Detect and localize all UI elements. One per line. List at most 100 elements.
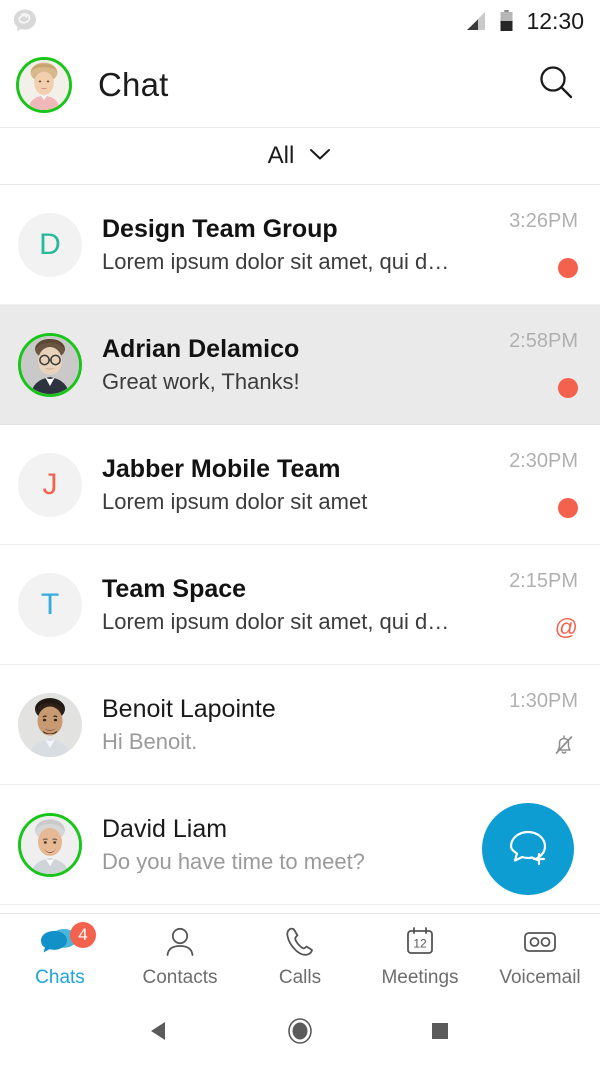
- mention-at-icon: @: [554, 614, 578, 640]
- search-button[interactable]: [534, 63, 578, 107]
- nav-icon-wrap: 4: [40, 921, 96, 962]
- nav-label-contacts: Contacts: [142, 966, 218, 988]
- system-back-button[interactable]: [136, 1010, 184, 1058]
- unread-dot-icon: [558, 497, 578, 518]
- chat-item-name: Jabber Mobile Team: [102, 456, 341, 483]
- home-circle-icon: [284, 1015, 316, 1052]
- avatar-initial-letter: T: [40, 587, 60, 621]
- nav-label-chats: Chats: [35, 966, 85, 988]
- chat-item-body: David Liam Do you have time to meet?: [102, 816, 540, 872]
- chat-list-item[interactable]: Adrian Delamico Great work, Thanks! 2:58…: [0, 305, 600, 425]
- system-recents-button[interactable]: [416, 1010, 464, 1058]
- nav-icon-wrap: [163, 926, 197, 963]
- chat-item-preview: Lorem ipsum dolor sit amet, qui d…: [102, 249, 450, 273]
- meetings-calendar-icon: 12: [402, 926, 438, 963]
- contacts-icon: [163, 926, 197, 963]
- chat-item-preview: Do you have time to meet?: [102, 849, 365, 873]
- chat-filter-label: All: [267, 142, 295, 169]
- phone-screen: 12:30 Chat All D Design Team Group Lorem…: [0, 0, 600, 1067]
- avatar-initial: D: [18, 212, 82, 277]
- android-system-nav: [0, 1000, 600, 1067]
- chat-item-name: Benoit Lapointe: [102, 696, 276, 723]
- nav-label-calls: Calls: [278, 966, 322, 988]
- chat-item-preview: Great work, Thanks!: [102, 369, 300, 393]
- chat-item-meta: 2:58PM: [509, 329, 578, 401]
- chat-item-preview: Lorem ipsum dolor sit amet, qui d…: [102, 609, 450, 633]
- avatar-initial: T: [18, 572, 82, 637]
- nav-label-voicemail: Voicemail: [499, 966, 581, 988]
- chat-list-item[interactable]: D Design Team Group Lorem ipsum dolor si…: [0, 185, 600, 305]
- nav-icon-wrap: [521, 928, 559, 962]
- chat-item-time: 2:58PM: [509, 329, 578, 352]
- chat-item-body: Team Space Lorem ipsum dolor sit amet, q…: [102, 576, 497, 632]
- status-bar-clock: 12:30: [526, 7, 584, 34]
- nav-icon-wrap: [283, 926, 317, 963]
- chat-list-item[interactable]: J Jabber Mobile Team Lorem ipsum dolor s…: [0, 425, 600, 545]
- chat-filter-dropdown[interactable]: All: [0, 128, 600, 185]
- chat-list-item[interactable]: T Team Space Lorem ipsum dolor sit amet,…: [0, 545, 600, 665]
- chat-item-meta: 2:15PM @: [509, 569, 578, 641]
- chat-item-time: 2:30PM: [509, 449, 578, 472]
- chat-list[interactable]: D Design Team Group Lorem ipsum dolor si…: [0, 185, 600, 913]
- nav-item-meetings[interactable]: 12 Meetings: [360, 914, 480, 1000]
- chat-item-name: Design Team Group: [102, 216, 338, 243]
- chevron-down-icon: [308, 146, 332, 167]
- status-badge: [552, 375, 578, 401]
- avatar-initial-letter: J: [42, 467, 58, 501]
- app-bar: Chat: [0, 42, 600, 128]
- status-badge: [552, 495, 578, 521]
- mute-bell-icon: [550, 731, 578, 764]
- bottom-navigation: 4 Chats Contacts Calls 12 Meetings Voice…: [0, 913, 600, 1000]
- avatar-photo: [18, 692, 82, 757]
- chat-item-meta: 1:30PM: [509, 689, 578, 761]
- nav-icon-wrap: 12: [402, 926, 438, 963]
- chat-item-time: 1:30PM: [509, 689, 578, 712]
- status-badge: @: [552, 615, 578, 641]
- chat-item-meta: 2:30PM: [509, 449, 578, 521]
- chat-item-body: Design Team Group Lorem ipsum dolor sit …: [102, 216, 497, 272]
- status-badge: [550, 735, 578, 761]
- calls-icon: [283, 926, 317, 963]
- chat-item-preview: Hi Benoit.: [102, 729, 198, 753]
- battery-icon: [500, 10, 513, 32]
- nav-item-contacts[interactable]: Contacts: [120, 914, 240, 1000]
- search-icon: [537, 63, 575, 106]
- nav-item-voicemail[interactable]: Voicemail: [480, 914, 600, 1000]
- page-title: Chat: [98, 65, 169, 103]
- unread-dot-icon: [558, 377, 578, 398]
- avatar-photo: [18, 812, 82, 877]
- chat-item-name: Adrian Delamico: [102, 336, 300, 363]
- new-chat-icon: [503, 823, 553, 876]
- avatar-initial-letter: D: [39, 227, 61, 261]
- recents-square-icon: [426, 1017, 454, 1050]
- back-triangle-icon: [145, 1016, 175, 1051]
- svg-text:12: 12: [413, 937, 427, 951]
- chat-item-body: Adrian Delamico Great work, Thanks!: [102, 336, 497, 392]
- chat-item-preview: Lorem ipsum dolor sit amet: [102, 489, 368, 513]
- status-bar-left: [12, 8, 38, 34]
- jabber-logo-icon: [12, 8, 38, 34]
- chat-list-item[interactable]: Benoit Lapointe Hi Benoit. 1:30PM: [0, 665, 600, 785]
- signal-bars-icon: [463, 11, 487, 31]
- avatar-initial: J: [18, 452, 82, 517]
- chat-item-time: 2:15PM: [509, 569, 578, 592]
- nav-label-meetings: Meetings: [381, 966, 459, 988]
- voicemail-icon: [521, 927, 559, 962]
- new-chat-fab-button[interactable]: [482, 803, 574, 895]
- status-badge: [552, 255, 578, 281]
- unread-dot-icon: [558, 257, 578, 278]
- chat-item-name: David Liam: [102, 816, 228, 843]
- avatar-photo: [18, 332, 82, 397]
- chats-unread-badge: 4: [70, 921, 96, 948]
- status-bar-right: 12:30: [463, 7, 584, 34]
- chat-item-name: Team Space: [102, 576, 247, 603]
- nav-item-chats[interactable]: 4 Chats: [0, 914, 120, 1000]
- chat-item-body: Benoit Lapointe Hi Benoit.: [102, 696, 497, 752]
- system-home-button[interactable]: [276, 1010, 324, 1058]
- chat-item-time: 3:26PM: [509, 209, 578, 232]
- avatar[interactable]: [16, 56, 72, 113]
- chat-item-meta: 3:26PM: [509, 209, 578, 281]
- status-bar: 12:30: [0, 0, 600, 42]
- nav-item-calls[interactable]: Calls: [240, 914, 360, 1000]
- chat-item-body: Jabber Mobile Team Lorem ipsum dolor sit…: [102, 456, 497, 512]
